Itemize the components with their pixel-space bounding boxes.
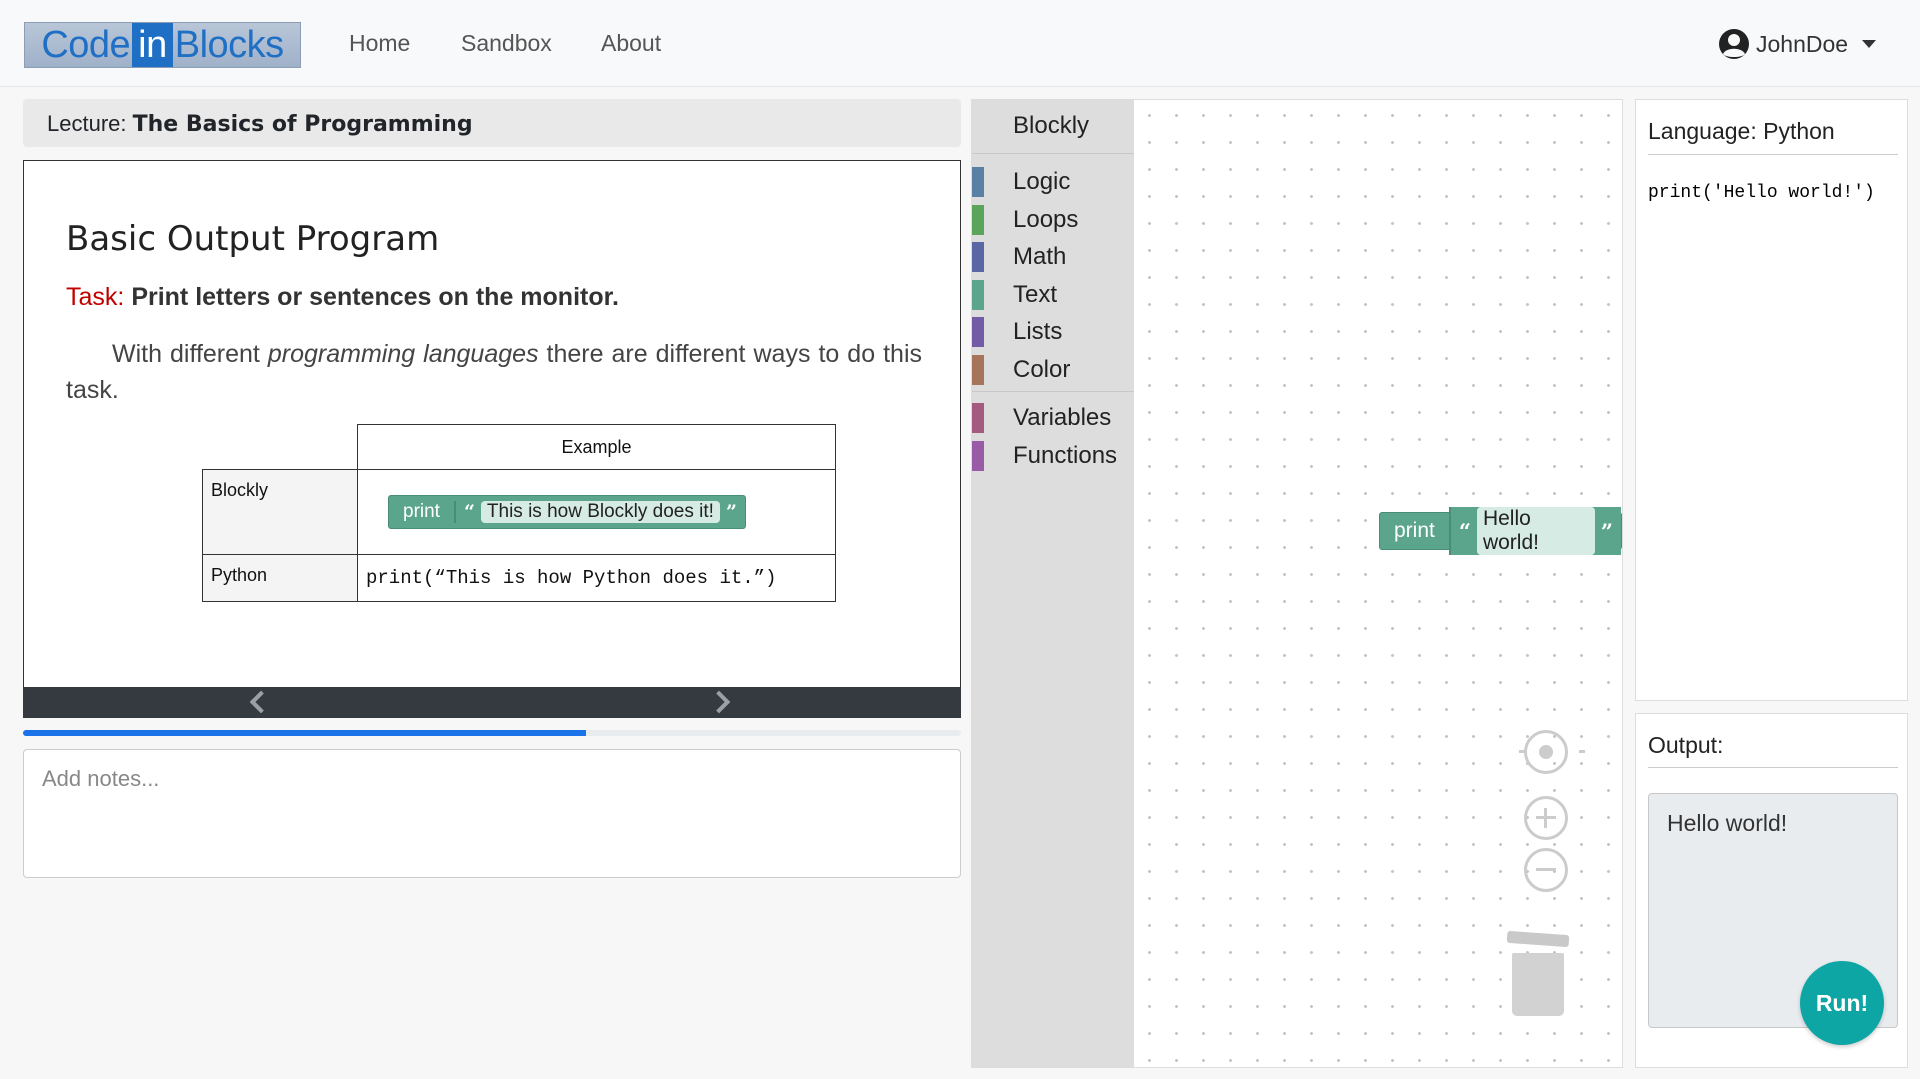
lecture-prefix: Lecture: [47, 111, 127, 136]
app-logo[interactable]: Code in Blocks [24, 22, 301, 68]
nav-home-link[interactable]: Home [349, 30, 410, 57]
nav-sandbox-link[interactable]: Sandbox [461, 30, 552, 57]
generated-code: print('Hello world!') [1648, 183, 1875, 203]
text-field: This is how Blockly does it! [480, 501, 720, 523]
table-corner-cell [202, 424, 358, 470]
category-color-swatch [972, 355, 984, 385]
progress-fill [23, 730, 586, 736]
category-color-swatch [972, 205, 984, 235]
category-label: Math [1013, 243, 1067, 270]
category-color-swatch [972, 317, 984, 347]
navbar: Code in Blocks Home Sandbox About JohnDo… [0, 0, 1920, 87]
username-label: JohnDoe [1756, 30, 1849, 57]
open-quote-icon: “ [463, 501, 475, 523]
toolbox-category-variables[interactable]: Variables [972, 402, 1134, 434]
toolbox-title: Blockly [1013, 112, 1090, 139]
category-label: Variables [1013, 404, 1112, 431]
toolbox-divider [972, 391, 1134, 392]
close-quote-icon: ” [725, 501, 737, 523]
block-keyword: print [403, 501, 440, 522]
category-label: Lists [1013, 318, 1063, 345]
output-panel-title: Output: [1648, 732, 1724, 758]
zoom-out-icon[interactable] [1524, 848, 1568, 892]
toolbox-category-color[interactable]: Color [972, 354, 1134, 386]
slide-title: Basic Output Program [66, 219, 440, 259]
category-color-swatch [972, 167, 984, 197]
panel-divider [1648, 154, 1898, 155]
trash-lid [1506, 930, 1570, 948]
toolbox-category-lists[interactable]: Lists [972, 316, 1134, 348]
toolbox-category-text[interactable]: Text [972, 279, 1134, 311]
workspace-print-block[interactable]: print “ Hello world! ” [1379, 507, 1622, 555]
toolbox-category-logic[interactable]: Logic [972, 166, 1134, 198]
category-color-swatch [972, 403, 984, 433]
notes-input[interactable] [23, 749, 961, 878]
toolbox-divider [972, 153, 1134, 154]
recenter-icon[interactable] [1519, 730, 1585, 774]
run-button[interactable]: Run! [1800, 961, 1884, 1045]
table-header-example: Example [357, 424, 836, 470]
task-label: Task: [66, 283, 125, 311]
lecture-title: The Basics of Programming [132, 112, 473, 137]
logo-text-blocks: Blocks [174, 23, 284, 66]
lecture-slide: Basic Output Program Task: Print letters… [23, 160, 961, 718]
para-text-before: With different [112, 340, 268, 368]
category-color-swatch [972, 242, 984, 272]
slide-task: Task: Print letters or sentences on the … [66, 283, 619, 312]
table-cell-blockly-example: print “ This is how Blockly does it! ” [357, 469, 836, 555]
caret-down-icon [1862, 40, 1877, 48]
category-label: Functions [1013, 442, 1118, 469]
table-cell-python-code: print(“This is how Python does it.”) [357, 554, 836, 602]
close-quote-icon: ” [1600, 518, 1613, 544]
trash-body [1512, 953, 1564, 1016]
category-label: Loops [1013, 206, 1079, 233]
blockly-editor: Blockly Logic Loops Math Text Lists Colo… [971, 99, 1623, 1068]
category-label: Text [1013, 281, 1058, 308]
text-block[interactable]: “ Hello world! ” [1448, 507, 1621, 555]
slide-paragraph: With different programming languages the… [66, 336, 922, 408]
nav-about-link[interactable]: About [601, 30, 661, 57]
toolbox-category-math[interactable]: Math [972, 241, 1134, 273]
category-label: Logic [1013, 168, 1071, 195]
task-text: Print letters or sentences on the monito… [131, 283, 619, 311]
example-table: Example Blockly print “ This is how Bloc… [202, 424, 836, 602]
table-row-label-python: Python [202, 554, 358, 602]
para-text-italic: programming languages [267, 340, 539, 368]
slide-controls [23, 687, 961, 718]
code-panel-title: Language: Python [1648, 118, 1835, 144]
lecture-progress-bar [23, 730, 961, 736]
logo-text-in: in [132, 23, 173, 67]
print-block[interactable]: print “ Hello world! ” [1379, 507, 1622, 555]
category-label: Color [1013, 356, 1071, 383]
code-panel: Language: Python print('Hello world!') [1635, 99, 1908, 701]
category-color-swatch [972, 441, 984, 471]
example-print-block: print “ This is how Blockly does it! ” [388, 495, 746, 529]
chevron-right-icon[interactable] [707, 690, 731, 714]
panel-divider [1648, 767, 1898, 768]
category-color-swatch [972, 280, 984, 310]
user-avatar-icon [1719, 29, 1749, 59]
text-block: “ This is how Blockly does it! ” [453, 501, 745, 523]
text-field[interactable]: Hello world! [1476, 507, 1595, 555]
user-menu-dropdown[interactable]: JohnDoe [1718, 26, 1877, 62]
logo-text-code: Code [41, 23, 131, 66]
toolbox-category-loops[interactable]: Loops [972, 204, 1134, 236]
trash-icon[interactable] [1506, 930, 1570, 1018]
block-keyword: print [1394, 519, 1435, 542]
zoom-in-icon[interactable] [1524, 796, 1568, 840]
lecture-header: Lecture: The Basics of Programming [23, 99, 961, 147]
toolbox-category-functions[interactable]: Functions [972, 440, 1134, 472]
open-quote-icon: “ [1458, 518, 1471, 544]
blockly-toolbox: Blockly Logic Loops Math Text Lists Colo… [972, 100, 1134, 1067]
blockly-workspace[interactable]: print “ Hello world! ” [1134, 100, 1622, 1067]
chevron-left-icon[interactable] [249, 690, 273, 714]
table-row-label-blockly: Blockly [202, 469, 358, 555]
